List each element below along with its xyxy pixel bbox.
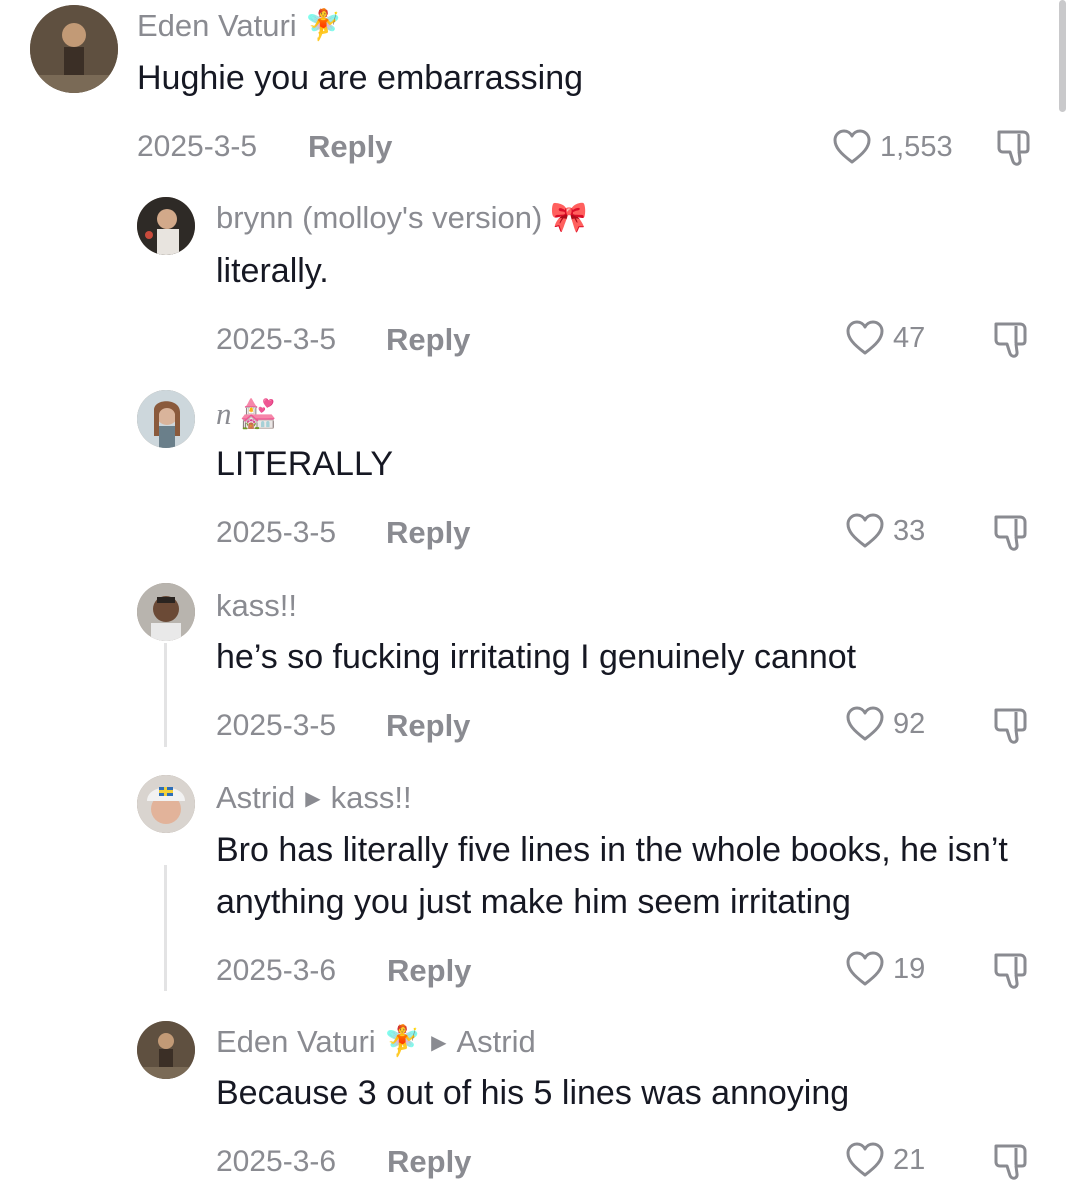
thumbs-down-icon[interactable] (990, 318, 1032, 360)
like-count: 1,553 (880, 130, 953, 163)
thumbs-down-icon[interactable] (990, 511, 1032, 553)
reply-button[interactable]: Reply (308, 129, 392, 165)
comment-item: Eden Vaturi 🧚 Hughie you are embarrassin… (0, 0, 1074, 185)
comment-username[interactable]: Astrid ▶ kass!! (216, 780, 412, 816)
username-text[interactable]: Eden Vaturi (137, 8, 297, 44)
comment-text: Because 3 out of his 5 lines was annoyin… (216, 1074, 850, 1112)
reply-item: Astrid ▶ kass!! Bro has literally five l… (0, 764, 1074, 1009)
like-button[interactable]: 1,553 (832, 128, 953, 166)
heart-outline-icon (846, 951, 884, 986)
heart-outline-icon (846, 320, 884, 355)
reply-button[interactable]: Reply (387, 953, 471, 989)
username-text[interactable]: kass!! (216, 588, 297, 624)
reply-button[interactable]: Reply (386, 322, 470, 358)
triangle-right-icon: ▶ (305, 787, 321, 810)
username-text[interactable]: Eden Vaturi (216, 1024, 376, 1060)
comment-username[interactable]: n 💒 (216, 396, 277, 432)
like-button[interactable]: 21 (845, 1141, 925, 1179)
comment-date: 2025-3-5 (137, 130, 258, 163)
comment-date: 2025-3-5 (216, 323, 337, 356)
username-text[interactable]: n (216, 396, 232, 432)
fairy-emoji: 🧚 (383, 1025, 422, 1058)
heart-outline-icon (833, 129, 871, 164)
comment-text: LITERALLY (216, 445, 394, 483)
heart-outline-icon (846, 706, 884, 741)
avatar[interactable] (137, 197, 195, 255)
comment-username[interactable]: brynn (molloy's version) 🎀 (216, 200, 588, 236)
reply-item: brynn (molloy's version) 🎀 literally. 20… (0, 185, 1074, 378)
thumbs-down-icon[interactable] (990, 949, 1032, 991)
comment-username[interactable]: Eden Vaturi 🧚 (137, 8, 342, 44)
thread-line (164, 643, 167, 747)
like-button[interactable]: 19 (845, 950, 925, 988)
like-button[interactable]: 33 (845, 512, 925, 550)
like-count: 47 (893, 321, 926, 354)
comment-username[interactable]: Eden Vaturi 🧚 ▶ Astrid (216, 1024, 536, 1060)
comment-text: Bro has literally five lines in the whol… (216, 831, 1008, 921)
comment-text: literally. (216, 252, 329, 290)
like-count: 21 (893, 1143, 926, 1176)
comment-username[interactable]: kass!! (216, 588, 297, 624)
avatar[interactable] (137, 1021, 195, 1079)
thumbs-down-icon[interactable] (990, 704, 1032, 746)
reply-item: Eden Vaturi 🧚 ▶ Astrid Because 3 out of … (0, 1009, 1074, 1200)
thread-line (164, 865, 167, 991)
bow-emoji: 🎀 (550, 201, 588, 234)
replying-to-username[interactable]: kass!! (331, 780, 412, 816)
avatar[interactable] (137, 390, 195, 448)
thumbs-down-icon[interactable] (990, 1140, 1032, 1182)
thumbs-down-icon[interactable] (993, 126, 1035, 168)
avatar[interactable] (137, 775, 195, 833)
comment-text: Hughie you are embarrassing (137, 59, 584, 97)
fairy-emoji: 🧚 (304, 9, 343, 42)
triangle-right-icon: ▶ (431, 1031, 447, 1054)
comment-date: 2025-3-5 (216, 516, 337, 549)
reply-item: kass!! he’s so fucking irritating I genu… (0, 571, 1074, 764)
comment-date: 2025-3-6 (216, 1145, 337, 1178)
reply-button[interactable]: Reply (386, 515, 470, 551)
heart-outline-icon (846, 513, 884, 548)
reply-button[interactable]: Reply (386, 708, 470, 744)
heart-outline-icon (846, 1142, 884, 1177)
username-text[interactable]: Astrid (216, 780, 295, 816)
comment-date: 2025-3-5 (216, 709, 337, 742)
reply-item: n 💒 LITERALLY 2025-3-5 Reply 33 (0, 378, 1074, 571)
like-count: 19 (893, 952, 926, 985)
comment-date: 2025-3-6 (216, 954, 337, 987)
wedding-chapel-emoji: 💒 (239, 397, 277, 430)
avatar[interactable] (30, 5, 118, 93)
comment-text: he’s so fucking irritating I genuinely c… (216, 638, 857, 676)
like-button[interactable]: 47 (845, 319, 925, 357)
reply-button[interactable]: Reply (387, 1144, 471, 1180)
avatar[interactable] (137, 583, 195, 641)
like-count: 33 (893, 514, 926, 547)
username-text[interactable]: brynn (molloy's version) (216, 200, 542, 236)
like-button[interactable]: 92 (845, 705, 925, 743)
replying-to-username[interactable]: Astrid (456, 1024, 535, 1060)
like-count: 92 (893, 707, 926, 740)
